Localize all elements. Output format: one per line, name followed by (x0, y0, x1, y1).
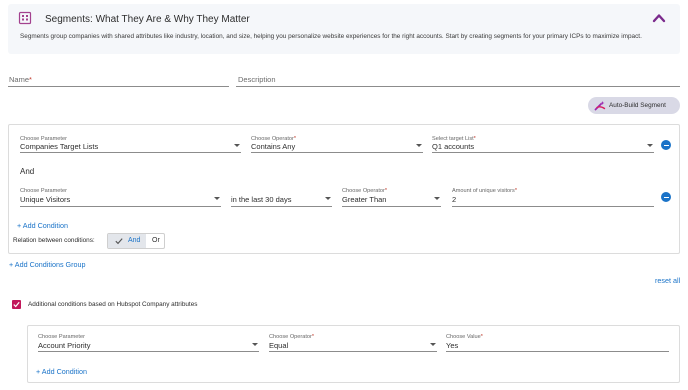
description-label: Description (238, 75, 276, 84)
label-text: Choose Value (446, 334, 481, 340)
time-range-select-value: in the last 30 days (231, 195, 292, 204)
operator-select[interactable]: Choose Operator* Greater Than (342, 188, 441, 207)
label-text: Choose Operator (342, 188, 385, 194)
check-icon (13, 301, 20, 308)
name-label: Name* (9, 75, 32, 84)
hubspot-add-condition-link[interactable]: + Add Condition (36, 367, 87, 376)
parameter-select[interactable]: Choose Parameter Unique Visitors (20, 188, 221, 207)
relation-or-label: Or (152, 237, 160, 244)
name-label-text: Name (9, 75, 30, 84)
add-conditions-group-link[interactable]: + Add Conditions Group (9, 260, 86, 269)
parameter-select-label: Choose Parameter (38, 334, 85, 340)
field-underline (432, 152, 654, 153)
additional-conditions-checkbox[interactable] (12, 300, 21, 309)
chevron-down-icon (214, 197, 220, 200)
time-range-select[interactable]: in the last 30 days (231, 188, 332, 207)
chevron-down-icon (647, 144, 653, 147)
hubspot-operator-select[interactable]: Choose Operator* Equal (269, 334, 437, 352)
field-underline (269, 351, 437, 352)
value-input-value: Yes (446, 341, 459, 350)
auto-build-label: Auto-Build Segment (609, 102, 666, 109)
label-text: Choose Operator (269, 334, 312, 340)
check-icon (115, 238, 123, 245)
description-field[interactable] (236, 86, 680, 87)
chevron-down-icon (430, 343, 436, 346)
value-input-label: Choose Value* (446, 334, 483, 340)
target-list-select[interactable]: Select target List* Q1 accounts (432, 136, 654, 153)
unique-visitors-amount-input[interactable]: Amount of unique visitors* 2 (452, 188, 654, 207)
additional-conditions-label: Additional conditions based on Hubspot C… (28, 301, 198, 308)
required-mark: * (311, 334, 315, 340)
operator-select-value: Greater Than (342, 195, 387, 204)
label-text: Choose Parameter (20, 188, 67, 194)
field-underline (231, 206, 332, 207)
operator-select-value: Equal (269, 341, 289, 350)
amount-input-label: Amount of unique visitors* (452, 188, 517, 194)
parameter-select-value: Unique Visitors (20, 195, 71, 204)
relation-toggle: And Or (107, 233, 165, 249)
required-mark: * (384, 188, 388, 194)
magic-wand-icon (594, 101, 606, 111)
operator-select-value: Contains Any (251, 142, 296, 151)
field-underline (38, 351, 259, 352)
relation-and-option[interactable]: And (108, 234, 146, 248)
field-underline (446, 351, 669, 352)
required-mark: * (480, 334, 483, 340)
field-underline (20, 206, 221, 207)
info-panel: Segments: What They Are & Why They Matte… (8, 4, 680, 54)
field-underline (452, 206, 654, 207)
info-title: Segments: What They Are & Why They Matte… (45, 14, 250, 25)
reset-all-link[interactable]: reset all (655, 276, 680, 285)
operator-select-label: Choose Operator* (342, 188, 387, 194)
operator-select[interactable]: Choose Operator* Contains Any (251, 136, 423, 153)
relation-label: Relation between conditions: (13, 237, 95, 244)
relation-or-option[interactable]: Or (147, 234, 164, 248)
info-description: Segments group companies with shared att… (20, 33, 642, 40)
name-field[interactable] (8, 86, 229, 87)
amount-input-value: 2 (452, 195, 457, 204)
required-mark: * (29, 75, 32, 84)
operator-select-label: Choose Operator* (269, 334, 314, 340)
required-mark: * (514, 188, 517, 194)
field-underline (251, 152, 423, 153)
relation-and-label: And (128, 237, 141, 244)
chevron-down-icon (434, 197, 440, 200)
label-text: Amount of unique visitors (452, 188, 515, 194)
chevron-up-icon[interactable] (652, 12, 666, 24)
field-underline (342, 206, 441, 207)
field-underline (20, 152, 241, 153)
hubspot-value-input[interactable]: Choose Value* Yes (446, 334, 669, 352)
auto-build-segment-button[interactable]: Auto-Build Segment (588, 97, 680, 114)
chevron-down-icon (416, 144, 422, 147)
parameter-select-label: Choose Parameter (20, 188, 67, 194)
parameter-select[interactable]: Choose Parameter Companies Target Lists (20, 136, 241, 153)
label-text: Choose Parameter (38, 334, 85, 340)
and-separator: And (20, 167, 35, 176)
hubspot-parameter-select[interactable]: Choose Parameter Account Priority (38, 334, 259, 352)
remove-condition-icon[interactable] (661, 140, 671, 150)
target-list-select-value: Q1 accounts (432, 142, 475, 151)
building-grid-icon (18, 11, 32, 25)
chevron-down-icon (325, 197, 331, 200)
chevron-down-icon (234, 144, 240, 147)
chevron-down-icon (252, 343, 258, 346)
remove-condition-icon[interactable] (661, 192, 671, 202)
parameter-select-value: Account Priority (38, 341, 91, 350)
add-condition-link[interactable]: + Add Condition (17, 221, 68, 230)
parameter-select-value: Companies Target Lists (20, 142, 99, 151)
